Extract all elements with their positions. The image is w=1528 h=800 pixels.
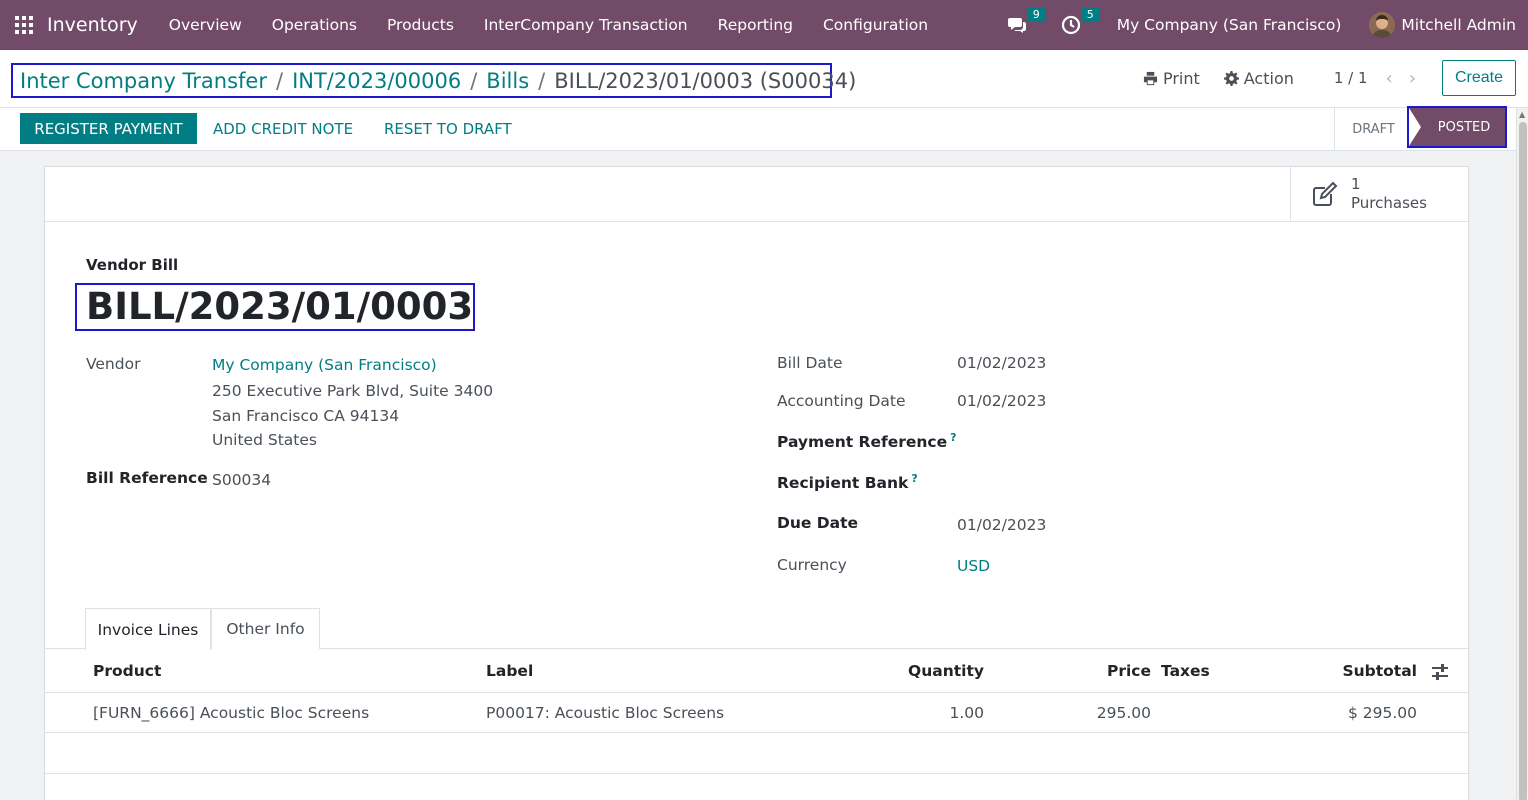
breadcrumb-item-transfer[interactable]: INT/2023/00006 — [292, 69, 461, 93]
chat-icon — [1007, 18, 1026, 33]
menu-operations[interactable]: Operations — [257, 16, 372, 34]
create-button[interactable]: Create — [1441, 60, 1516, 96]
purchases-smart-button[interactable]: 1 Purchases — [1290, 167, 1468, 221]
avatar[interactable] — [1369, 12, 1396, 38]
messages-count-badge: 9 — [1027, 7, 1045, 22]
pager-next-icon[interactable]: › — [1409, 68, 1416, 89]
tab-other-info[interactable]: Other Info — [211, 608, 320, 649]
company-switcher[interactable]: My Company (San Francisco) — [1117, 16, 1342, 34]
scroll-up-icon[interactable]: ▲ — [1519, 110, 1525, 119]
bill-reference-label: Bill Reference — [86, 469, 208, 487]
breadcrumb-separator: / — [470, 68, 478, 93]
vendor-link[interactable]: My Company (San Francisco) — [212, 356, 437, 374]
breadcrumb: Inter Company Transfer / INT/2023/00006 … — [11, 63, 856, 98]
navbar-systray: 9 5 My Company (San Francisco) Mitchell … — [1007, 0, 1516, 50]
row-label[interactable]: P00017: Acoustic Bloc Screens — [486, 704, 724, 722]
messages-button[interactable]: 9 — [1007, 7, 1045, 35]
apps-menu-icon[interactable] — [0, 0, 48, 50]
top-navbar: Inventory Overview Operations Products I… — [0, 0, 1528, 50]
menu-configuration[interactable]: Configuration — [808, 16, 943, 34]
help-icon[interactable]: ? — [950, 431, 956, 444]
pager-value[interactable]: 1 / 1 — [1334, 69, 1368, 87]
edit-icon — [1313, 181, 1338, 206]
add-credit-note-button[interactable]: ADD CREDIT NOTE — [213, 113, 353, 144]
breadcrumb-separator: / — [538, 68, 546, 93]
action-label: Action — [1243, 68, 1294, 88]
row-subtotal: $ 295.00 — [1347, 704, 1417, 722]
breadcrumb-item-bills[interactable]: Bills — [486, 69, 529, 93]
row-price[interactable]: 295.00 — [1097, 704, 1151, 722]
vendor-address-line2: San Francisco CA 94134 — [212, 407, 400, 425]
table-row[interactable]: [FURN_6666] Acoustic Bloc Screens P00017… — [45, 693, 1468, 733]
bill-reference-value[interactable]: S00034 — [212, 471, 271, 489]
action-button[interactable]: Action — [1223, 68, 1294, 88]
column-taxes[interactable]: Taxes — [1161, 662, 1210, 680]
form-sheet: 1 Purchases Vendor Bill BILL/2023/01/000… — [44, 166, 1469, 800]
recipient-bank-label: Recipient Bank? — [777, 472, 918, 492]
column-subtotal[interactable]: Subtotal — [1342, 662, 1417, 680]
menu-products[interactable]: Products — [372, 16, 469, 34]
table-footer-divider — [45, 773, 1468, 774]
activities-button[interactable]: 5 — [1061, 7, 1099, 35]
register-payment-button[interactable]: REGISTER PAYMENT — [20, 113, 197, 144]
app-name[interactable]: Inventory — [47, 14, 138, 36]
user-avatar-icon — [1369, 12, 1396, 38]
reset-to-draft-button[interactable]: RESET TO DRAFT — [384, 113, 512, 144]
currency-value[interactable]: USD — [957, 557, 990, 575]
print-label: Print — [1162, 68, 1200, 88]
page-scrollbar[interactable]: ▲ — [1516, 108, 1528, 800]
recipient-bank-text: Recipient Bank — [777, 474, 909, 493]
column-price[interactable]: Price — [1107, 662, 1151, 680]
row-product[interactable]: [FURN_6666] Acoustic Bloc Screens — [93, 704, 369, 722]
optional-columns-toggle[interactable] — [1431, 663, 1449, 685]
row-quantity[interactable]: 1.00 — [949, 704, 984, 722]
menu-intercompany-transaction[interactable]: InterCompany Transaction — [469, 16, 703, 34]
help-icon[interactable]: ? — [911, 472, 917, 485]
scroll-thumb[interactable] — [1519, 122, 1527, 800]
column-product[interactable]: Product — [93, 662, 161, 680]
due-date-value[interactable]: 01/02/2023 — [957, 516, 1046, 534]
smart-button-text: 1 Purchases — [1351, 175, 1427, 213]
currency-label: Currency — [777, 556, 847, 574]
clock-icon — [1061, 15, 1080, 35]
due-date-label: Due Date — [777, 514, 859, 532]
notebook-tabs: Invoice Lines Other Info — [45, 608, 1468, 650]
vendor-label: Vendor — [86, 355, 141, 373]
control-panel: Inter Company Transfer / INT/2023/00006 … — [0, 50, 1528, 108]
control-panel-actions: Print Action 1 / 1 ‹ › Create — [1143, 59, 1516, 97]
document-type: Vendor Bill — [86, 256, 179, 274]
print-icon — [1143, 71, 1158, 85]
document-name-highlight — [75, 283, 475, 331]
menu-reporting[interactable]: Reporting — [703, 16, 808, 34]
purchases-label: Purchases — [1351, 194, 1427, 212]
bill-date-label: Bill Date — [777, 354, 843, 372]
stage-highlight-box — [1407, 106, 1507, 148]
tab-invoice-lines[interactable]: Invoice Lines — [85, 608, 211, 650]
column-label[interactable]: Label — [486, 662, 533, 680]
menu-overview[interactable]: Overview — [154, 16, 257, 34]
payment-reference-text: Payment Reference — [777, 433, 948, 452]
accounting-date-value[interactable]: 01/02/2023 — [957, 392, 1046, 410]
vendor-address-line3: United States — [212, 431, 317, 449]
column-quantity[interactable]: Quantity — [908, 662, 984, 680]
invoice-lines-header: Product Label Quantity Price Taxes Subto… — [45, 650, 1468, 693]
bill-date-value[interactable]: 01/02/2023 — [957, 354, 1046, 372]
smart-button-box: 1 Purchases — [45, 167, 1468, 222]
breadcrumb-separator: / — [276, 68, 284, 93]
print-button[interactable]: Print — [1143, 69, 1200, 88]
payment-reference-label: Payment Reference? — [777, 431, 957, 451]
status-bar: REGISTER PAYMENT ADD CREDIT NOTE RESET T… — [0, 106, 1516, 151]
user-menu[interactable]: Mitchell Admin — [1401, 16, 1516, 34]
sliders-icon — [1432, 664, 1448, 680]
purchases-count: 1 — [1351, 175, 1361, 193]
activities-count-badge: 5 — [1081, 7, 1099, 22]
breadcrumb-item-inter-company-transfer[interactable]: Inter Company Transfer — [20, 69, 267, 93]
accounting-date-label: Accounting Date — [777, 392, 906, 410]
breadcrumb-current: BILL/2023/01/0003 (S00034) — [554, 68, 857, 93]
pager-previous-icon[interactable]: ‹ — [1386, 68, 1393, 89]
gear-icon — [1223, 70, 1239, 86]
vendor-address-line1: 250 Executive Park Blvd, Suite 3400 — [212, 382, 494, 400]
stage-draft[interactable]: DRAFT — [1334, 108, 1412, 150]
